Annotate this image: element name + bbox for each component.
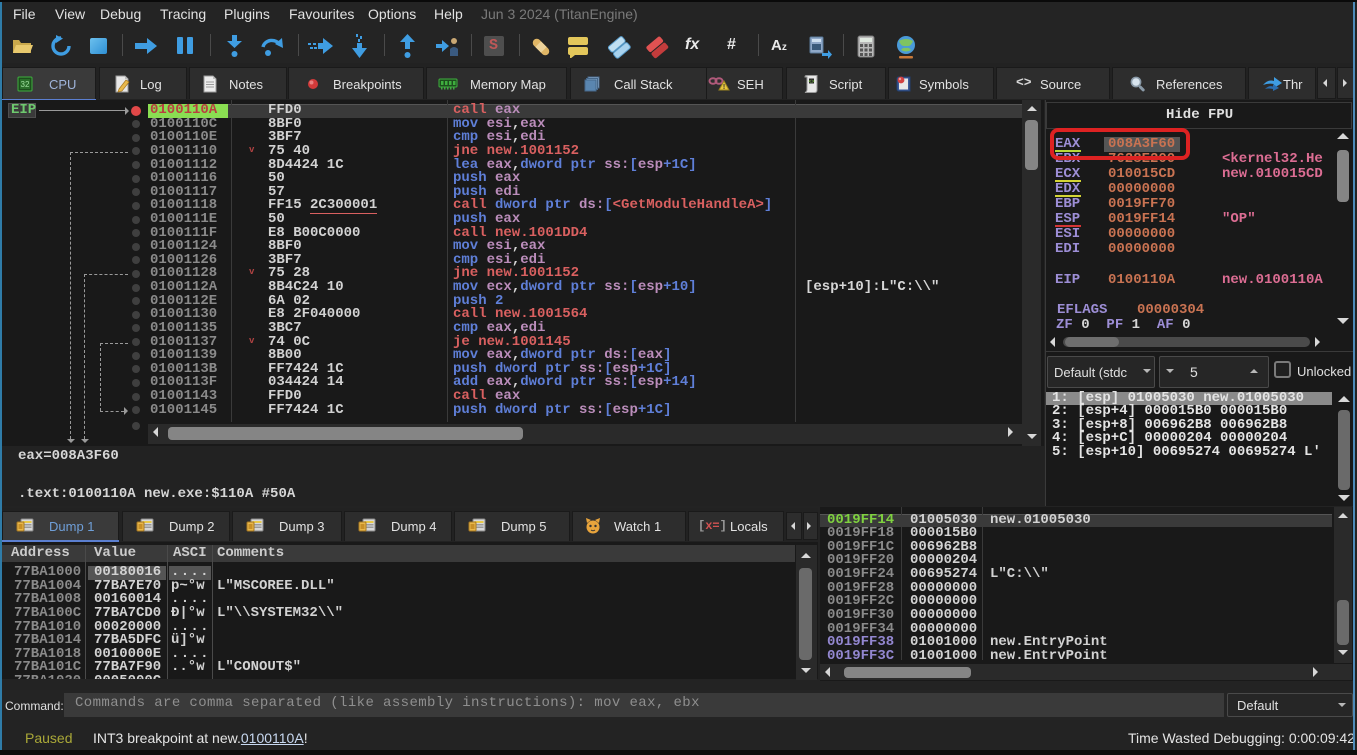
svg-text:32: 32 — [21, 80, 30, 89]
svg-text:<>: <> — [808, 79, 814, 85]
svg-text:!: ! — [723, 84, 725, 91]
